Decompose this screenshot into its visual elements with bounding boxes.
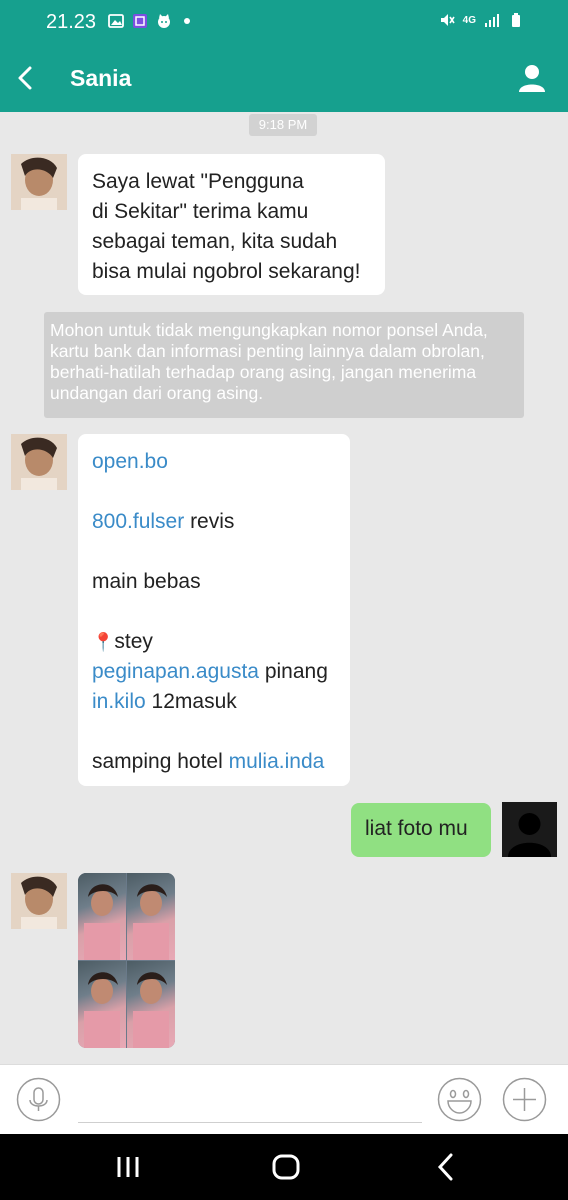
message-line: open.bo xyxy=(92,447,350,477)
message-link[interactable]: 800.fulser xyxy=(92,510,184,533)
contact-photo-icon xyxy=(11,873,67,929)
photo-tile xyxy=(78,873,126,960)
network-label: 4G xyxy=(462,14,476,26)
message-line: 800.fulser revis xyxy=(92,510,235,533)
contact-photo-icon xyxy=(11,434,67,490)
message-composer xyxy=(0,1064,568,1134)
message-link[interactable]: in.kilo xyxy=(92,690,146,713)
photo-tile xyxy=(78,961,126,1048)
message-line: in.kilo 12masuk xyxy=(92,690,237,713)
message-line: 📍stey xyxy=(92,630,153,653)
status-icons-left xyxy=(108,13,190,29)
microphone-icon[interactable] xyxy=(16,1077,61,1122)
signal-icon xyxy=(485,14,499,27)
home-icon[interactable] xyxy=(270,1151,302,1183)
gallery-icon xyxy=(108,14,124,28)
battery-icon xyxy=(512,13,520,27)
photo-tile xyxy=(127,873,175,960)
contact-photo-icon xyxy=(11,154,67,210)
message-line: main bebas xyxy=(92,570,201,593)
back-arrow-icon[interactable] xyxy=(10,60,46,96)
message-line: samping hotel mulia.inda xyxy=(92,750,325,773)
portrait-icon xyxy=(133,884,169,960)
mute-icon xyxy=(440,14,455,26)
message-link[interactable]: mulia.inda xyxy=(229,750,325,773)
smiley-icon[interactable] xyxy=(437,1077,482,1122)
message-link[interactable]: peginapan.agusta xyxy=(92,660,259,683)
message-link[interactable]: open.bo xyxy=(92,450,168,473)
app-icon xyxy=(133,14,147,28)
safety-notice: Mohon untuk tidak mengungkapkan nomor po… xyxy=(44,312,524,418)
incoming-photo-message[interactable] xyxy=(78,873,175,1048)
my-avatar[interactable] xyxy=(502,802,557,857)
message-line: peginapan.agusta pinang xyxy=(92,660,328,683)
portrait-icon xyxy=(84,884,120,960)
status-bar: 21.23 4G xyxy=(0,0,568,44)
status-time: 21.23 xyxy=(46,11,97,33)
photo-tile xyxy=(127,961,175,1048)
avatar[interactable] xyxy=(11,873,67,929)
chat-title: Sania xyxy=(70,65,132,91)
message-line: Saya lewat "Pengguna xyxy=(92,170,304,193)
portrait-icon xyxy=(84,972,120,1048)
pin-icon: 📍 xyxy=(92,632,115,652)
portrait-icon xyxy=(133,972,169,1048)
notification-dot xyxy=(184,18,190,24)
chat-header: Sania xyxy=(0,44,568,112)
plus-icon[interactable] xyxy=(502,1077,547,1122)
back-icon[interactable] xyxy=(430,1151,462,1183)
message-timestamp: 9:18 PM xyxy=(249,114,317,136)
outgoing-message[interactable]: liat foto mu xyxy=(351,803,491,857)
message-line: sebagai teman, kita sudah xyxy=(92,230,338,253)
avatar[interactable] xyxy=(11,434,67,490)
status-icons-right: 4G xyxy=(439,12,524,28)
recent-apps-icon[interactable] xyxy=(112,1151,144,1183)
system-nav-bar xyxy=(0,1134,568,1200)
person-icon[interactable] xyxy=(514,60,550,96)
message-line: bisa mulai ngobrol sekarang! xyxy=(92,260,361,283)
avatar[interactable] xyxy=(11,154,67,210)
message-line: di Sekitar" terima kamu xyxy=(92,200,309,223)
cat-icon xyxy=(158,14,170,28)
user-silhouette-icon xyxy=(502,802,557,857)
incoming-message[interactable]: Saya lewat "Pengguna di Sekitar" terima … xyxy=(78,154,385,295)
incoming-message[interactable]: open.bo 800.fulser revis main bebas 📍ste… xyxy=(78,434,350,786)
message-input[interactable] xyxy=(78,1079,422,1123)
